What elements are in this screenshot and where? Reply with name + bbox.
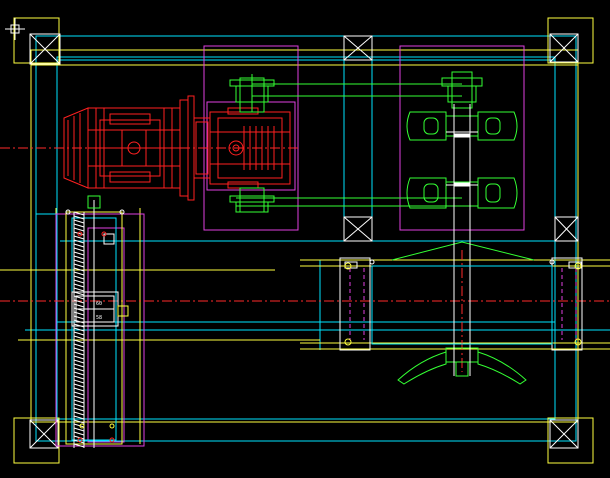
corner-foot-top-left — [13, 17, 61, 65]
corner-foot-mid-right — [554, 216, 579, 242]
panel-label-bottom: 58 — [96, 315, 102, 321]
corner-foot-top-right — [547, 17, 594, 64]
main-frame — [25, 35, 610, 442]
drive-chain — [229, 74, 462, 213]
corner-foot-mid-center — [343, 216, 373, 242]
roller-assembly — [339, 257, 583, 351]
base-structure — [0, 49, 610, 444]
bearing-assembly — [391, 71, 535, 385]
corner-foot-top-mid — [343, 35, 373, 61]
cad-drawing-canvas: 60 58 — [0, 0, 610, 478]
panel-label-top: 60 — [96, 301, 102, 307]
crosshair-icon — [5, 18, 25, 40]
